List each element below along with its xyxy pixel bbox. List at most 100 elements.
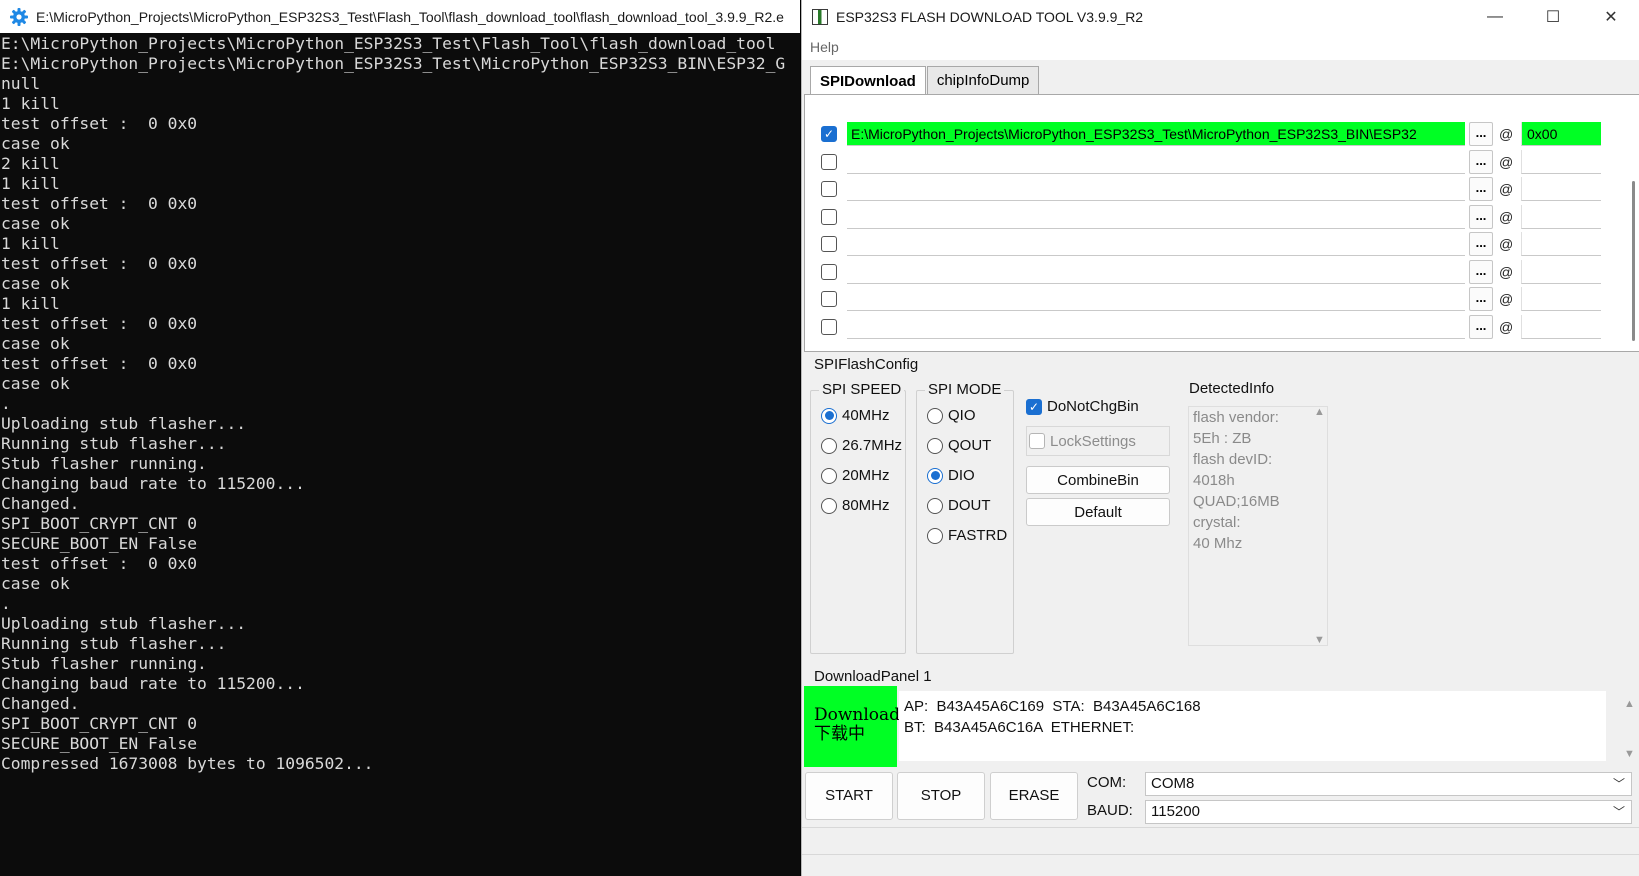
console-line: Uploading stub flasher... xyxy=(1,614,247,633)
at-label: @ xyxy=(1499,181,1514,197)
file-path-input[interactable] xyxy=(847,177,1465,201)
minimize-button[interactable]: — xyxy=(1466,0,1524,34)
console-line: Changing baud rate to 115200... xyxy=(1,674,305,693)
spi-speed-radio-267mhz[interactable]: 26.7MHz xyxy=(821,437,902,454)
browse-button[interactable]: ... xyxy=(1469,177,1493,201)
status-bar xyxy=(802,827,1639,855)
console-line: null xyxy=(1,74,41,93)
maximize-button[interactable]: ☐ xyxy=(1524,0,1582,34)
file-row: ... @ xyxy=(821,259,1621,285)
flash-address-input[interactable]: 0x00 xyxy=(1521,122,1601,146)
menu-help[interactable]: Help xyxy=(810,39,839,55)
file-path-input[interactable] xyxy=(847,287,1465,311)
close-button[interactable]: ✕ xyxy=(1582,0,1639,34)
gear-icon xyxy=(8,6,30,28)
at-label: @ xyxy=(1499,153,1514,170)
flash-address-input[interactable] xyxy=(1521,259,1601,284)
spi-mode-radio-qout[interactable]: QOUT xyxy=(927,437,991,454)
baud-select[interactable]: 115200 ﹀ xyxy=(1145,800,1632,824)
file-enable-checkbox[interactable] xyxy=(821,181,837,197)
file-enable-checkbox[interactable] xyxy=(821,291,837,307)
scroll-down-arrow-icon[interactable]: ▼ xyxy=(1314,634,1325,646)
chevron-down-icon: ﹀ xyxy=(1612,805,1625,819)
flash-address-input[interactable] xyxy=(1521,204,1601,229)
browse-button[interactable]: ... xyxy=(1469,259,1493,284)
lock-settings-checkbox[interactable]: LockSettings xyxy=(1026,426,1170,456)
browse-button[interactable]: ... xyxy=(1469,287,1493,311)
console-line: test offset : 0 0x0 xyxy=(1,314,198,333)
default-button[interactable]: Default xyxy=(1026,498,1170,526)
spi-speed-option-label: 40MHz xyxy=(842,407,890,424)
spi-speed-label: SPI SPEED xyxy=(819,381,905,398)
spi-mode-radio-qio[interactable]: QIO xyxy=(927,407,976,424)
console-output[interactable]: E:\MicroPython_Projects\MicroPython_ESP3… xyxy=(0,34,800,876)
at-label: @ xyxy=(1499,318,1514,335)
browse-button[interactable]: ... xyxy=(1469,204,1493,229)
radio-icon xyxy=(927,527,943,544)
detected-info-label: DetectedInfo xyxy=(1186,380,1278,397)
file-enable-checkbox[interactable] xyxy=(821,236,837,252)
file-path-input[interactable] xyxy=(847,149,1465,174)
stop-button[interactable]: STOP xyxy=(897,772,985,820)
browse-button[interactable]: ... xyxy=(1469,314,1493,339)
scroll-up-arrow-icon[interactable]: ▲ xyxy=(1314,406,1325,418)
spi-mode-option-label: QIO xyxy=(948,407,976,424)
spi-speed-radio-40mhz[interactable]: 40MHz xyxy=(821,407,890,424)
log-scroll-down-icon[interactable]: ▼ xyxy=(1624,748,1635,760)
tool-title-bar[interactable]: ESP32S3 FLASH DOWNLOAD TOOL V3.9.9_R2 — … xyxy=(802,0,1639,34)
com-select[interactable]: COM8 ﹀ xyxy=(1145,772,1632,796)
flash-address-input[interactable] xyxy=(1521,287,1601,311)
spi-mode-radio-dio[interactable]: DIO xyxy=(927,467,975,484)
file-path-input[interactable] xyxy=(847,259,1465,284)
tab-spi-download[interactable]: SPIDownload xyxy=(810,66,926,95)
erase-button[interactable]: ERASE xyxy=(990,772,1078,820)
file-enable-checkbox[interactable] xyxy=(821,318,837,335)
file-row: ... @ xyxy=(821,286,1621,312)
at-label: @ xyxy=(1499,236,1514,252)
file-enable-checkbox[interactable] xyxy=(821,208,837,225)
file-path-input[interactable] xyxy=(847,314,1465,339)
browse-button[interactable]: ... xyxy=(1469,149,1493,174)
start-button[interactable]: START xyxy=(805,772,893,820)
flash-address-input[interactable] xyxy=(1521,314,1601,339)
console-line: test offset : 0 0x0 xyxy=(1,354,198,373)
spi-speed-radio-20mhz[interactable]: 20MHz xyxy=(821,467,890,484)
flash-address-input[interactable] xyxy=(1521,177,1601,201)
console-line: test offset : 0 0x0 xyxy=(1,114,198,133)
console-line: Stub flasher running. xyxy=(1,454,207,473)
menu-bar: Help xyxy=(802,34,1639,60)
browse-button[interactable]: ... xyxy=(1469,122,1493,146)
file-row: ... @ xyxy=(821,314,1621,340)
log-scroll-up-icon[interactable]: ▲ xyxy=(1624,698,1635,710)
checkbox-checked-icon: ✓ xyxy=(1026,398,1042,415)
spi-mode-option-label: DIO xyxy=(948,467,975,484)
console-line: SPI_BOOT_CRYPT_CNT 0 xyxy=(1,514,198,533)
app-icon xyxy=(812,9,828,25)
file-row: ✓ E:\MicroPython_Projects\MicroPython_ESP… xyxy=(821,121,1621,147)
file-enable-checkbox[interactable] xyxy=(821,263,837,280)
tab-chip-info-dump[interactable]: chipInfoDump xyxy=(926,66,1040,94)
do-not-chg-bin-checkbox[interactable]: ✓ DoNotChgBin xyxy=(1026,398,1139,415)
radio-icon xyxy=(821,497,837,514)
spi-speed-radio-80mhz[interactable]: 80MHz xyxy=(821,497,890,514)
flash-address-input[interactable] xyxy=(1521,232,1601,256)
file-enable-checkbox[interactable]: ✓ xyxy=(821,126,837,142)
console-title-bar[interactable]: E:\MicroPython_Projects\MicroPython_ESP3… xyxy=(0,0,800,33)
file-path-input[interactable] xyxy=(847,204,1465,229)
spi-mode-radio-dout[interactable]: DOUT xyxy=(927,497,991,514)
radio-icon xyxy=(927,497,943,514)
console-line: case ok xyxy=(1,214,70,233)
spi-speed-option-label: 80MHz xyxy=(842,497,890,514)
file-enable-checkbox[interactable] xyxy=(821,153,837,170)
file-path-input[interactable] xyxy=(847,232,1465,256)
file-list-scrollbar[interactable] xyxy=(1632,181,1635,341)
console-line: case ok xyxy=(1,334,70,353)
flash-address-input[interactable] xyxy=(1521,149,1601,174)
browse-button[interactable]: ... xyxy=(1469,232,1493,256)
mac-address-log[interactable]: AP: B43A45A6C169 STA: B43A45A6C168 BT: B… xyxy=(899,691,1606,761)
detected-info-text[interactable]: flash vendor: 5Eh : ZB flash devID: 4018… xyxy=(1188,406,1328,646)
spi-mode-radio-fastrd[interactable]: FASTRD xyxy=(927,527,1007,544)
file-path-input[interactable]: E:\MicroPython_Projects\MicroPython_ESP3… xyxy=(847,122,1465,146)
combine-bin-button[interactable]: CombineBin xyxy=(1026,466,1170,494)
file-list-panel: ✓ E:\MicroPython_Projects\MicroPython_ESP… xyxy=(804,94,1639,352)
